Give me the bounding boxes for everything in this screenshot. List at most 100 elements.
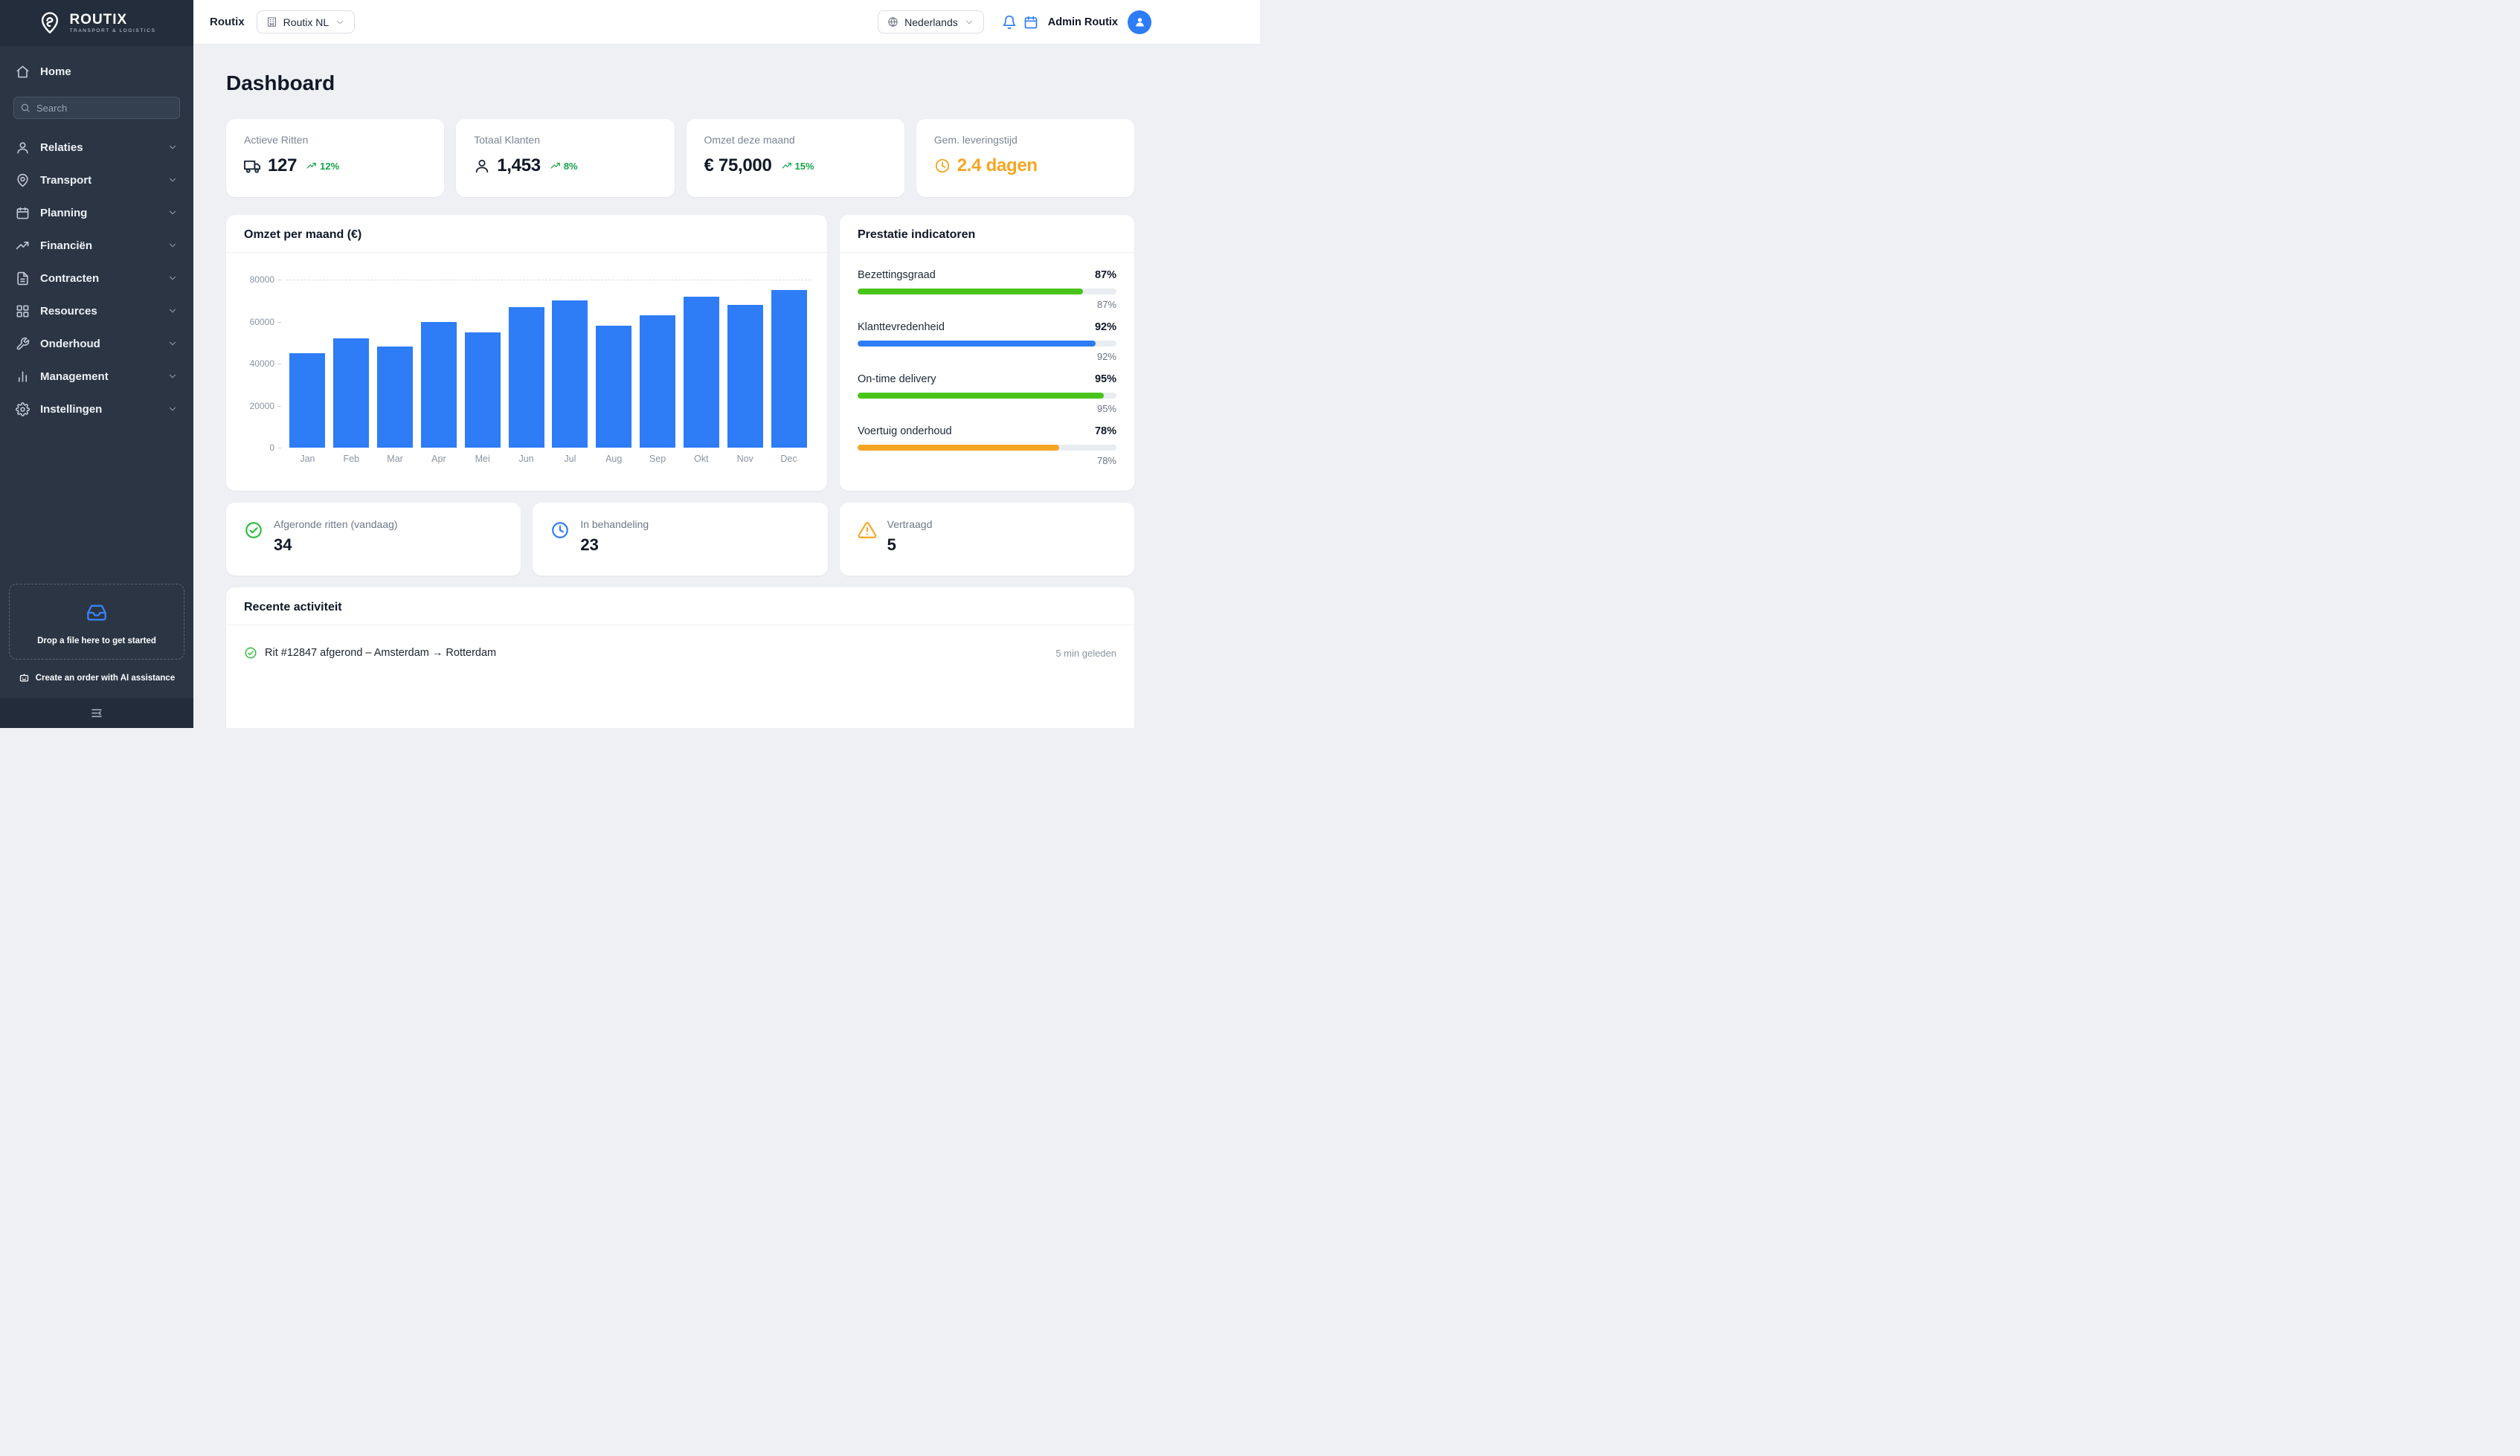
truck-icon [244,158,261,175]
logo-title: ROUTIX [69,13,155,28]
status-label: In behandeling [580,518,649,530]
calendar-icon [16,206,30,220]
sidebar-item-label: Management [40,370,109,383]
kpi-label: On-time delivery [858,373,936,385]
bar-sep [640,315,675,448]
progress-fill [858,393,1104,399]
bar-chart-icon [16,370,30,384]
org-selector-value: Routix NL [283,16,329,28]
chevron-down-icon [167,175,178,185]
trend-up-icon [306,161,317,171]
bar-chart-plot [286,280,811,448]
sidebar-item-home[interactable]: Home [0,55,193,88]
sidebar-footer [0,698,193,728]
brand-text: Routix [210,16,245,28]
kpi-value: 87% [1095,269,1116,281]
bar-jul [552,300,588,448]
bar-chart-x-labels: JanFebMarAprMeiJunJulAugSepOktNovDec [286,454,811,464]
sidebar-item-instellingen[interactable]: Instellingen [0,393,193,425]
status-card-afgerond: Afgeronde ritten (vandaag) 34 [226,503,521,576]
logo: ROUTIX TRANSPORT & LOGISTICS [0,0,193,46]
activity-text: Rit #12847 afgerond – Amsterdam → Rotter… [265,647,496,659]
stat-label: Totaal Klanten [474,134,656,146]
bar-nov [727,305,763,448]
progress-bar [858,341,1116,347]
language-selector[interactable]: Nederlands [878,10,984,33]
chevron-down-icon [964,17,974,28]
stat-label: Actieve Ritten [244,134,426,146]
topbar: Routix Routix NL Nederlands Admin Routix [193,0,1260,45]
status-label: Afgeronde ritten (vandaag) [274,518,398,530]
bar-jan [289,353,325,448]
sidebar-item-label: Financiën [40,239,92,252]
sidebar-item-onderhoud[interactable]: Onderhoud [0,327,193,360]
user-icon [16,141,30,155]
stat-label: Omzet deze maand [704,134,887,146]
sidebar-item-financien[interactable]: Financiën [0,229,193,262]
stat-trend: 12% [320,161,339,172]
charts-row: Omzet per maand (€) 02000040000600008000… [226,215,1134,491]
sidebar-item-relaties[interactable]: Relaties [0,131,193,164]
activity-row: Rit #12847 afgerond – Amsterdam → Rotter… [226,625,1134,680]
sidebar-item-management[interactable]: Management [0,360,193,393]
kpi-sub-value: 95% [858,403,1116,414]
sidebar-item-resources[interactable]: Resources [0,294,193,327]
bell-icon[interactable] [1002,15,1017,30]
trend-up-icon [782,161,792,171]
grid-icon [16,304,30,318]
status-label: Vertraagd [887,518,933,530]
sidebar-item-transport[interactable]: Transport [0,164,193,196]
stat-value: 1,453 [497,155,541,176]
bar-mei [465,332,501,448]
status-value: 5 [887,535,933,555]
org-selector[interactable]: Routix NL [257,10,355,33]
bar-aug [596,326,631,448]
x-tick-label: Dec [771,454,807,464]
search-input[interactable] [13,97,180,119]
warning-triangle-icon [858,521,877,540]
stat-card-actieve-ritten: Actieve Ritten 127 12% [226,119,444,197]
content: Dashboard Actieve Ritten 127 12% Tot [193,45,1260,728]
main-area: Routix Routix NL Nederlands Admin Routix… [193,0,1260,728]
stat-trend: 15% [795,161,814,172]
chevron-down-icon [167,306,178,316]
chevron-down-icon [167,338,178,349]
kpi-value: 95% [1095,373,1116,385]
bar-dec [771,290,807,448]
kpi-value: 92% [1095,321,1116,333]
y-tick-label: 20000 [250,401,281,411]
kpi-card: Prestatie indicatoren Bezettingsgraad 87… [840,215,1134,491]
bar-okt [684,297,719,448]
x-tick-label: Apr [421,454,457,464]
sidebar-item-contracten[interactable]: Contracten [0,262,193,294]
status-value: 23 [580,535,649,555]
x-tick-label: Mar [377,454,413,464]
kpi-sub-value: 87% [858,299,1116,310]
x-tick-label: Mei [465,454,501,464]
status-cards-row: Afgeronde ritten (vandaag) 34 In behande… [226,503,1134,576]
calendar-icon[interactable] [1023,15,1038,30]
sidebar-item-label: Instellingen [40,403,102,416]
stat-trend: 8% [564,161,578,172]
y-tick-label: 0 [269,442,281,453]
ai-order-button[interactable]: Create an order with AI assistance [0,660,193,698]
sidebar-item-planning[interactable]: Planning [0,196,193,229]
x-tick-label: Jan [289,454,325,464]
y-tick-label: 40000 [250,358,281,369]
avatar[interactable] [1128,10,1151,34]
bot-icon [19,672,30,683]
stat-value: 2.4 dagen [957,155,1038,176]
progress-bar [858,289,1116,294]
chevron-down-icon [167,142,178,152]
stat-card-totaal-klanten: Totaal Klanten 1,453 8% [456,119,674,197]
trend-up-icon [550,161,561,171]
file-dropzone[interactable]: Drop a file here to get started [9,584,184,660]
x-tick-label: Jul [552,454,588,464]
user-icon [474,158,490,174]
chevron-down-icon [167,273,178,283]
collapse-sidebar-icon[interactable] [90,706,103,720]
inbox-icon [86,602,107,623]
document-icon [16,271,30,286]
revenue-chart-card: Omzet per maand (€) 02000040000600008000… [226,215,827,491]
sidebar-item-label: Relaties [40,141,83,154]
